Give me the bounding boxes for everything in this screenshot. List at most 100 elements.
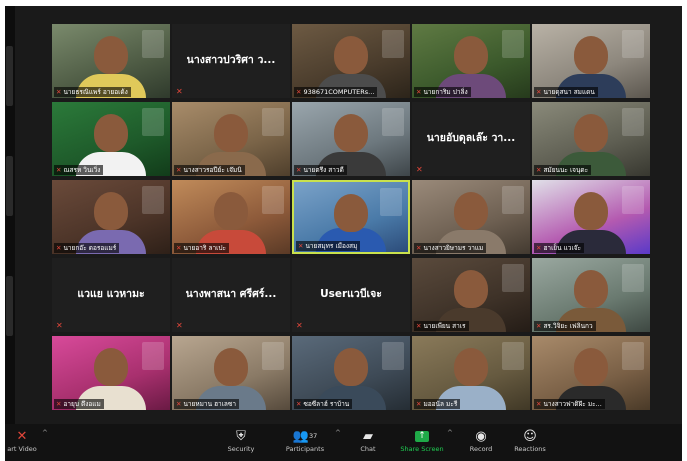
video-background [382,342,404,370]
record-button[interactable]: ◉ Record [463,428,499,454]
video-off-icon: ✕ [16,429,28,444]
participant-tile[interactable]: ✕ นางสาวฟาติฝ๊ะ มะ... [532,336,650,410]
participant-tile[interactable]: ✕ ซอซีลาฮ์ ราบ้าน [292,336,410,410]
participant-name: นางสาวยิษามร วาแม [423,244,484,252]
participant-tile[interactable]: ✕ นายการิม ปาลิ่ง [412,24,530,98]
participant-tile[interactable]: ✕ 938671COMPUTERs... [292,24,410,98]
reactions-button[interactable]: ☺ Reactions [509,428,551,454]
muted-mic-icon: ✕ [416,165,423,174]
muted-mic-icon: ✕ [296,166,302,174]
participant-tile[interactable]: ✕ นายกอ๊ะ ดอรอแมร์ [52,180,170,254]
participant-name-label: ✕ ฮาเย็น แวเจ๊ะ [534,243,584,253]
participants-icon: 👥37 [292,429,318,444]
participant-tile[interactable]: ✕ สมัยนนะ เจนุดะ [532,102,650,176]
participant-name-label: ✕ ซอซีลาฮ์ ราบ้าน [294,399,353,409]
participant-name-label: ✕ นายดุสนา สมแดน [534,87,598,97]
participant-name-label: ✕ นายหมาน ฮาเลซา [174,399,239,409]
participant-video-face [334,114,368,152]
participant-name-placeholder: Userแวบีเจะ [320,288,382,300]
participant-video-face [214,348,248,386]
security-button[interactable]: ⛨ Security [221,428,261,454]
participant-tile[interactable]: ✕ ฮาเย็น แวเจ๊ะ [532,180,650,254]
muted-mic-icon: ✕ [416,88,422,96]
muted-mic-icon: ✕ [536,322,542,330]
participant-name-label: ✕ ณสรห วินเวิ่ง [54,165,104,175]
participant-name: ณสรห วินเวิ่ง [63,166,101,174]
participant-name-placeholder: นายอับดุลเล๊ะ วา... [426,132,516,144]
video-background [380,188,402,216]
participant-tile[interactable]: ✕ สร.วิจิยะ เฟลินกว [532,258,650,332]
participant-tile[interactable]: Userแวบีเจะ ✕ [292,258,410,332]
muted-mic-icon: ✕ [56,166,62,174]
chat-button[interactable]: ▰ Chat [350,428,386,454]
video-background [142,186,164,214]
participant-tile[interactable]: ✕ มออนัล มะรี [412,336,530,410]
participant-tile[interactable]: ✕ อายุบ ตึงอแม [52,336,170,410]
muted-mic-icon: ✕ [176,321,183,330]
share-screen-label: Share Screen [400,445,444,453]
participant-name: นายอาริ ลาเปะ [183,244,226,252]
video-background [622,264,644,292]
muted-mic-icon: ✕ [296,321,303,330]
video-background [382,108,404,136]
participant-video-face [574,114,608,152]
video-background [622,108,644,136]
participant-tile[interactable]: ✕ นายธรณิแพร์ อายอเด้ง [52,24,170,98]
muted-mic-icon: ✕ [536,244,542,252]
participant-tile[interactable]: ✕ นายหมาน ฮาเลซา [172,336,290,410]
participant-tile[interactable]: ✕ นางสาวรอปีย์ะ เจ๊มนิ [172,102,290,176]
participants-options-caret[interactable]: ^ [335,429,341,437]
reactions-smiley-icon: ☺ [523,429,537,444]
left-window-strip [5,6,15,431]
chat-bubble-icon: ▰ [363,429,373,444]
participant-video-face [454,270,488,308]
video-options-caret[interactable]: ^ [42,429,48,437]
participant-tile[interactable]: ✕ นายดุสนา สมแดน [532,24,650,98]
participant-tile[interactable]: ✕ ณสรห วินเวิ่ง [52,102,170,176]
participant-tile[interactable]: แวแย แวหามะ ✕ [52,258,170,332]
participant-video-face [574,270,608,308]
participant-name-label: ✕ มออนัล มะรี [414,399,461,409]
security-label: Security [227,445,255,453]
record-label: Record [469,445,493,453]
participant-tile[interactable]: ✕ นายอาริ ลาเปะ [172,180,290,254]
reactions-label: Reactions [514,445,546,453]
participant-name-placeholder: นางพาสนา ศรีศร์... [185,288,277,300]
muted-mic-icon: ✕ [416,322,422,330]
participant-video-face [94,114,128,152]
share-options-caret[interactable]: ^ [447,429,453,437]
muted-mic-icon: ✕ [536,166,542,174]
start-video-button[interactable]: ✕ art Video [7,428,37,454]
muted-mic-icon: ✕ [176,166,182,174]
participant-name: นายการิม ปาลิ่ง [423,88,468,96]
participant-tile[interactable]: ✕ นายตรึง สาวดี [292,102,410,176]
participant-name-label: ✕ นายเพียน สาเร [414,321,469,331]
participant-name: 938671COMPUTERs... [303,88,375,96]
participant-video-face [454,348,488,386]
participant-video-face [454,192,488,230]
participant-name: นายหมาน ฮาเลซา [183,400,236,408]
participant-tile[interactable]: ✕ นางสาวยิษามร วาแม [412,180,530,254]
participant-tile[interactable]: นางสาวปวริศา ว... ✕ [172,24,290,98]
participant-tile[interactable]: ✕ นายสมุทร เมืองสมุ [292,180,410,254]
muted-mic-icon: ✕ [56,88,62,96]
participant-video-face [214,114,248,152]
share-screen-button[interactable]: ↑ Share Screen [398,428,446,454]
participant-tile[interactable]: นายอับดุลเล๊ะ วา... ✕ [412,102,530,176]
muted-mic-icon: ✕ [176,87,183,96]
participant-name: นางสาวรอปีย์ะ เจ๊มนิ [183,166,242,174]
participant-video-face [574,36,608,74]
participants-count: 37 [308,432,318,440]
record-icon: ◉ [475,429,487,444]
video-background [622,186,644,214]
participant-name-label: ✕ นายสมุทร เมืองสมุ [296,241,361,251]
video-background [622,30,644,58]
participant-name: นายตรึง สาวดี [303,166,344,174]
participant-video-face [574,192,608,230]
participant-tile[interactable]: นางพาสนา ศรีศร์... ✕ [172,258,290,332]
participant-tile[interactable]: ✕ นายเพียน สาเร [412,258,530,332]
participants-button[interactable]: 👥37 Participants [280,428,330,454]
zoom-meeting-window: ✕ นายธรณิแพร์ อายอเด้ง นางสาวปวริศา ว... ✕ ✕… [5,6,682,461]
muted-mic-icon: ✕ [176,244,182,252]
participant-name: อายุบ ตึงอแม [63,400,101,408]
